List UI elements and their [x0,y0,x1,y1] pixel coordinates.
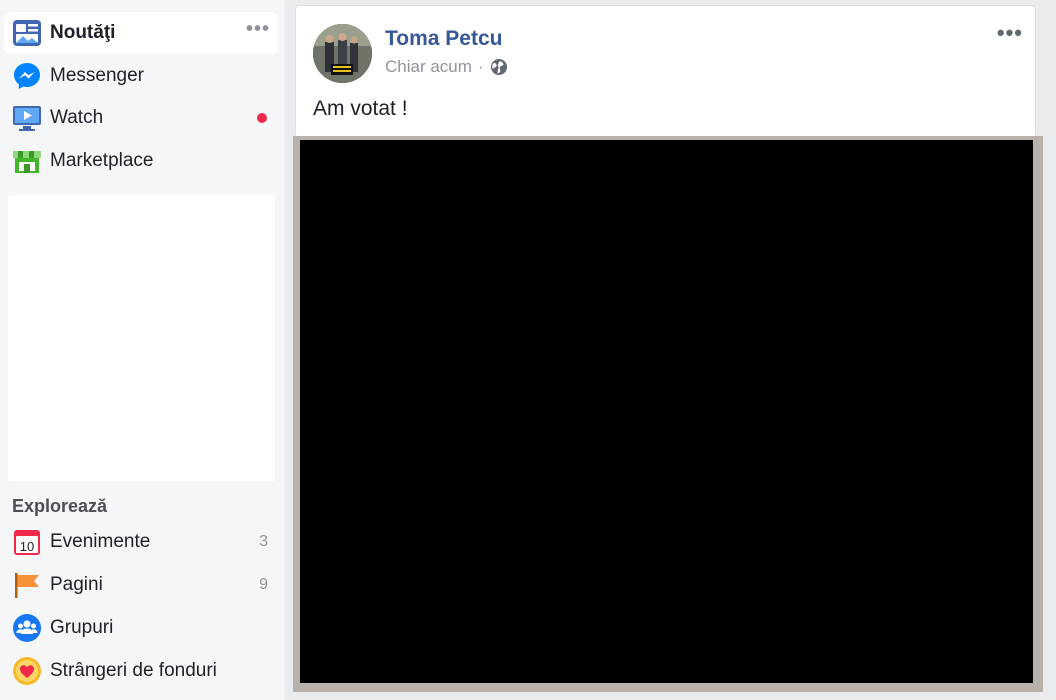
fundraiser-icon [11,656,42,687]
messenger-icon [11,61,42,92]
sidebar-item-label: Pagini [50,574,103,595]
groups-icon [11,613,42,644]
sidebar-item-label: Grupuri [50,617,114,638]
watch-icon [11,103,42,134]
post-meta: Chiar acum · [385,57,508,77]
sidebar-item-label: Marketplace [50,150,154,171]
pages-count: 9 [259,576,268,593]
sidebar-item-label: Strângeri de fonduri [50,660,217,681]
explore-heading: Explorează [12,496,108,516]
sidebar-item-messenger[interactable]: Messenger [4,55,278,97]
sidebar-item-label: Messenger [50,65,144,86]
post-text: Am votat ! [313,97,408,120]
post-media-image [300,140,1033,683]
notification-dot [257,113,267,123]
sidebar-item-news-feed[interactable]: Noutăţi ••• [4,12,278,54]
sidebar-item-label: Watch [50,107,104,128]
sidebar-blank-panel [8,195,275,481]
calendar-icon: 10 [11,527,42,558]
sidebar-item-groups[interactable]: Grupuri [4,607,278,649]
sidebar-item-marketplace[interactable]: Marketplace [4,140,278,182]
avatar[interactable] [313,24,372,83]
sidebar-item-label: Evenimente [50,531,151,552]
post-media[interactable] [293,136,1043,692]
post-timestamp[interactable]: Chiar acum [385,57,472,77]
post-card: Toma Petcu Chiar acum · ••• Am votat ! [296,6,1035,137]
globe-icon[interactable] [490,58,508,76]
events-count: 3 [259,533,268,550]
news-feed-icon [11,18,42,49]
sidebar-item-fundraisers[interactable]: Strângeri de fonduri [4,650,278,692]
post-author-name[interactable]: Toma Petcu [385,27,502,51]
sidebar-more-button[interactable]: ••• [246,19,270,39]
sidebar-item-pages[interactable]: Pagini 9 [4,564,278,606]
flag-icon [11,570,42,601]
calendar-day: 10 [19,539,33,554]
sidebar-item-events[interactable]: 10 Evenimente 3 [4,521,278,563]
marketplace-icon [11,146,42,177]
sidebar-item-label: Noutăţi [50,22,116,43]
sidebar-item-watch[interactable]: Watch [4,97,278,139]
post-options-button[interactable]: ••• [997,22,1023,44]
meta-separator: · [477,57,484,76]
left-sidebar: Noutăţi ••• Messenger Watch Marketplace … [0,0,285,700]
